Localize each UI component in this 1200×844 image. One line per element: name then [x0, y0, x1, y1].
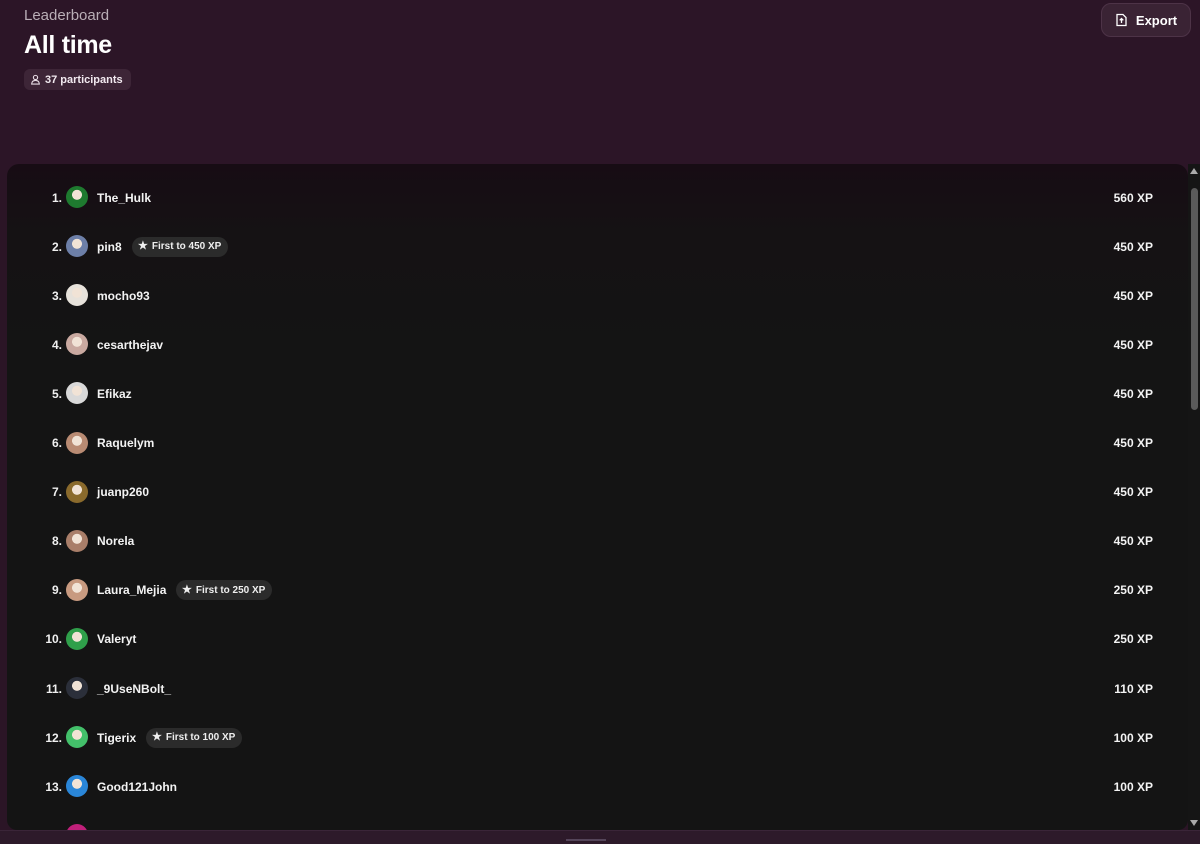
- rank-number: 11.: [45, 681, 62, 696]
- achievement-badge: ★ First to 100 XP: [146, 727, 243, 748]
- avatar[interactable]: [66, 333, 88, 356]
- badge-label: First to 100 XP: [165, 732, 236, 744]
- rank-number: 6.: [51, 436, 62, 450]
- participants-badge: 37 participants: [24, 69, 131, 90]
- xp-value: 560 XP: [1113, 190, 1153, 205]
- scrollbar-thumb[interactable]: [1191, 188, 1198, 410]
- badge-label: First to 250 XP: [195, 584, 266, 596]
- user-name[interactable]: The_Hulk: [97, 191, 151, 205]
- scroll-up-arrow-icon[interactable]: [1190, 168, 1198, 174]
- user-name[interactable]: _9UseNBolt_: [97, 682, 171, 696]
- user-name[interactable]: Tigerix: [97, 731, 136, 745]
- xp-value: 100 XP: [1113, 779, 1153, 794]
- scroll-down-arrow-icon[interactable]: [1190, 820, 1198, 826]
- rank-number: 2.: [51, 239, 62, 254]
- export-label: Export: [1135, 12, 1178, 28]
- rank-number: 1.: [51, 190, 62, 205]
- rank-number: 8.: [51, 534, 62, 549]
- rank-number: 5.: [51, 386, 62, 401]
- xp-value: 450 XP: [1113, 386, 1153, 401]
- xp-value: 450 XP: [1113, 337, 1153, 352]
- xp-value: 450 XP: [1113, 436, 1153, 450]
- achievement-badge: ★ First to 450 XP: [132, 236, 229, 257]
- xp-value: 450 XP: [1113, 239, 1153, 254]
- page-subtitle: Leaderboard: [24, 7, 110, 24]
- leaderboard-row[interactable]: 5. Efikaz 450 XP: [7, 369, 1188, 418]
- leaderboard-row[interactable]: 7. juanp260 450 XP: [7, 468, 1188, 517]
- rank-number: 7.: [51, 485, 62, 500]
- rank-number: 13.: [45, 779, 62, 794]
- leaderboard-row[interactable]: 1. The_Hulk 560 XP: [7, 173, 1188, 222]
- leaderboard-row[interactable]: 2. pin8 ★ First to 450 XP 450 XP: [7, 222, 1188, 271]
- file-export-icon: [1116, 13, 1127, 27]
- rank-number: 12.: [45, 730, 62, 745]
- xp-value: 250 XP: [1113, 583, 1153, 598]
- avatar[interactable]: [66, 677, 88, 699]
- avatar[interactable]: [66, 578, 88, 601]
- star-icon: ★: [138, 240, 148, 253]
- xp-value: 450 XP: [1113, 534, 1153, 549]
- rank-number: 10.: [45, 632, 62, 647]
- avatar[interactable]: [66, 726, 88, 749]
- xp-value: 450 XP: [1113, 288, 1153, 303]
- avatar[interactable]: [66, 480, 88, 503]
- user-name[interactable]: juanp260: [97, 485, 149, 499]
- user-name[interactable]: cesarthejav: [97, 338, 163, 352]
- avatar[interactable]: [66, 627, 88, 650]
- export-button[interactable]: Export: [1101, 3, 1191, 37]
- badge-label: First to 450 XP: [151, 241, 222, 253]
- avatar[interactable]: [66, 529, 88, 552]
- xp-value: 100 XP: [1113, 730, 1153, 745]
- xp-value: 450 XP: [1113, 485, 1153, 500]
- avatar[interactable]: [66, 431, 88, 454]
- leaderboard-row[interactable]: 4. cesarthejav 450 XP: [7, 320, 1188, 369]
- participants-count: 37 participants: [45, 73, 123, 86]
- leaderboard-row[interactable]: 6. Raquelym 450 XP: [7, 419, 1188, 468]
- leaderboard-list: 1. The_Hulk 560 XP 2. pin8 ★ First to 450 XP 45…: [7, 164, 1188, 830]
- achievement-badge: ★ First to 250 XP: [176, 580, 273, 601]
- leaderboard-header: Leaderboard All time 37 participants Exp…: [0, 0, 1200, 170]
- user-icon: [31, 74, 40, 85]
- rank-number: 4.: [51, 337, 62, 352]
- avatar[interactable]: [66, 186, 88, 208]
- page-title: All time: [24, 31, 112, 59]
- star-icon: ★: [152, 731, 162, 744]
- leaderboard-row[interactable]: 10. Valeryt 250 XP: [7, 615, 1188, 664]
- user-name[interactable]: mocho93: [97, 289, 150, 303]
- xp-value: 110 XP: [1114, 681, 1153, 696]
- avatar[interactable]: [66, 775, 88, 798]
- user-name[interactable]: Valeryt: [97, 632, 136, 646]
- leaderboard-row[interactable]: 12. Tigerix ★ First to 100 XP 100 XP: [7, 713, 1188, 762]
- user-name[interactable]: Efikaz: [97, 387, 132, 401]
- user-name[interactable]: Good121John: [97, 780, 177, 794]
- leaderboard-row[interactable]: 3. mocho93 450 XP: [7, 271, 1188, 320]
- leaderboard-row[interactable]: 9. Laura_Mejia ★ First to 250 XP 250 XP: [7, 566, 1188, 615]
- user-name[interactable]: pin8: [97, 240, 122, 254]
- leaderboard-row[interactable]: 8. Norela 450 XP: [7, 517, 1188, 566]
- user-name[interactable]: Norela: [97, 534, 134, 548]
- rank-number: 3.: [51, 288, 62, 303]
- avatar[interactable]: [66, 235, 88, 258]
- scrollbar[interactable]: [1188, 164, 1200, 830]
- avatar[interactable]: [66, 284, 88, 307]
- xp-value: 250 XP: [1113, 632, 1153, 647]
- leaderboard-row[interactable]: 13. Good121John 100 XP: [7, 762, 1188, 811]
- bottom-handle: [566, 839, 606, 841]
- star-icon: ★: [182, 583, 192, 596]
- user-name[interactable]: Laura_Mejia: [97, 583, 166, 597]
- leaderboard-row[interactable]: 11. _9UseNBolt_ 110 XP: [7, 664, 1188, 713]
- avatar[interactable]: [66, 382, 88, 405]
- rank-number: 9.: [51, 583, 62, 598]
- bottom-bar: [0, 830, 1200, 844]
- user-name[interactable]: Raquelym: [97, 436, 154, 450]
